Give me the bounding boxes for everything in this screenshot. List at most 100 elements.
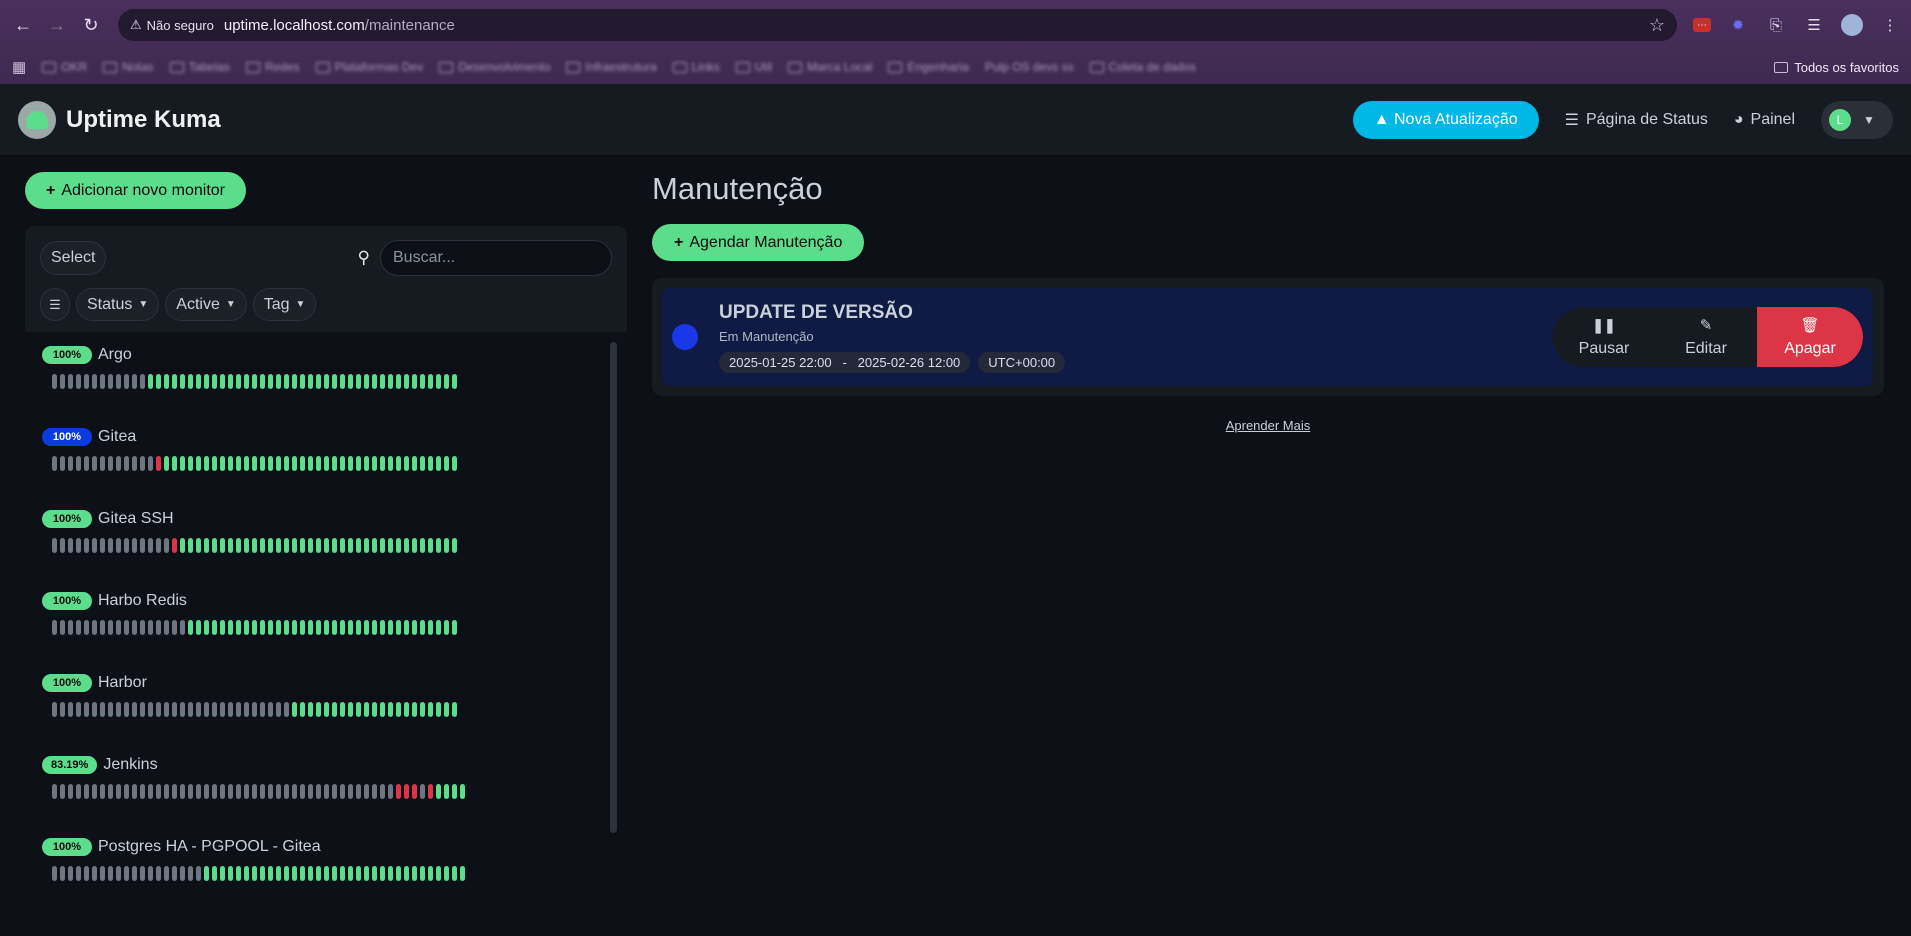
bookmark-star-icon[interactable]: ☆ [1649, 15, 1665, 36]
extensions-puzzle-icon[interactable]: ⎘ [1765, 14, 1787, 36]
dashboard-link[interactable]: ◕ Painel [1734, 111, 1795, 129]
bookmark-folder[interactable]: Desenvolvimento [439, 60, 550, 74]
filter-status[interactable]: Status ▼ [76, 288, 160, 321]
heartbeat [220, 784, 225, 799]
bookmark-link[interactable]: Pulp OS devs ss [985, 60, 1074, 74]
all-favorites[interactable]: Todos os favoritos [1774, 60, 1899, 75]
pause-button[interactable]: ❚❚ Pausar [1553, 307, 1655, 367]
heartbeat [324, 538, 329, 553]
heartbeat [372, 456, 377, 471]
heartbeat [396, 620, 401, 635]
heartbeat [308, 620, 313, 635]
heartbeat [76, 374, 81, 389]
learn-more-link[interactable]: Aprender Mais [652, 418, 1884, 433]
edit-button[interactable]: ✎ Editar [1655, 307, 1757, 367]
bookmark-folder[interactable]: Util [735, 60, 772, 74]
back-icon[interactable]: ← [10, 12, 36, 38]
heartbeat [140, 620, 145, 635]
select-button[interactable]: Select [40, 241, 107, 275]
profile-avatar[interactable] [1841, 14, 1863, 36]
monitor-item[interactable]: 83.19% Jenkins [25, 742, 627, 824]
heartbeat [316, 866, 321, 881]
heartbeat [316, 784, 321, 799]
monitor-item[interactable]: 100% Postgres HA - PGPOOL - Gitea [25, 824, 627, 906]
monitor-item[interactable]: 100% Harbor [25, 660, 627, 742]
heartbeat [196, 374, 201, 389]
forward-icon[interactable]: → [44, 12, 70, 38]
bookmark-folder[interactable]: Infraestrutura [566, 60, 657, 74]
status-page-link[interactable]: ☰ Página de Status [1565, 110, 1708, 130]
top-navbar: Uptime Kuma ▲ Nova Atualização ☰ Página d… [0, 84, 1911, 156]
heartbeat [388, 702, 393, 717]
heartbeat [68, 538, 73, 553]
menu-icon[interactable]: ⋮ [1879, 14, 1901, 36]
bookmark-folder[interactable]: Redes [245, 60, 300, 74]
heartbeat [228, 538, 233, 553]
heartbeat [388, 866, 393, 881]
bookmark-folder[interactable]: Coleta de dados [1089, 60, 1196, 74]
heartbeat [204, 538, 209, 553]
bookmark-folder[interactable]: OKR [42, 60, 87, 74]
heartbeat [196, 456, 201, 471]
heartbeat [356, 702, 361, 717]
heartbeat [140, 866, 145, 881]
heartbeat [124, 538, 129, 553]
bookmark-folder[interactable]: Plataformas Dev [315, 60, 423, 74]
bookmark-folder[interactable]: Marca Local [788, 60, 872, 74]
monitor-item[interactable]: 100% Argo [25, 332, 627, 414]
heartbeat [236, 866, 241, 881]
heartbeat [396, 456, 401, 471]
heartbeat [300, 620, 305, 635]
uptime-badge: 100% [42, 510, 92, 528]
security-indicator[interactable]: ⚠ Não seguro [130, 17, 214, 33]
bookmark-folder[interactable]: Notas [103, 60, 154, 74]
heartbeat [60, 620, 65, 635]
address-bar[interactable]: ⚠ Não seguro uptime.localhost.com/mainten… [118, 9, 1677, 41]
bookmark-folder[interactable]: Tabelas [169, 60, 230, 74]
heartbeat [252, 866, 257, 881]
heartbeat [348, 374, 353, 389]
apps-grid-icon[interactable]: ▦ [12, 58, 26, 76]
heartbeat [108, 456, 113, 471]
filter-active[interactable]: Active ▼ [165, 288, 247, 321]
heartbeat [412, 538, 417, 553]
heartbeat [188, 866, 193, 881]
new-update-button[interactable]: ▲ Nova Atualização [1352, 100, 1539, 139]
add-monitor-button[interactable]: + Adicionar novo monitor [25, 172, 246, 209]
heartbeat [252, 784, 257, 799]
delete-button[interactable]: 🗑 Apagar [1757, 307, 1863, 367]
bookmark-folder[interactable]: Engenharia [888, 60, 969, 74]
monitor-item[interactable]: 100% Gitea SSH [25, 496, 627, 578]
heartbeat [84, 784, 89, 799]
heartbeat [372, 702, 377, 717]
maintenance-item[interactable]: UPDATE DE VERSÃO Em Manutenção 2025-01-2… [662, 288, 1873, 386]
monitor-name: Postgres HA - PGPOOL - Gitea [98, 838, 321, 855]
reload-icon[interactable]: ↻ [78, 12, 104, 38]
heartbeat [284, 784, 289, 799]
schedule-maintenance-button[interactable]: + Agendar Manutenção [652, 224, 865, 261]
heartbeat [356, 538, 361, 553]
bookmark-folder[interactable]: Links [672, 60, 720, 74]
plus-icon: + [46, 181, 56, 199]
heartbeat [92, 456, 97, 471]
heartbeat [452, 456, 457, 471]
heartbeat [364, 866, 369, 881]
scrollbar[interactable] [610, 342, 617, 833]
heartbeat [460, 866, 465, 881]
heartbeat [268, 620, 273, 635]
media-queue-icon[interactable]: ☰ [1803, 14, 1825, 36]
brand-title[interactable]: Uptime Kuma [66, 106, 221, 134]
heartbeat [404, 538, 409, 553]
monitor-item[interactable]: 100% Harbo Redis [25, 578, 627, 660]
filter-state-icon[interactable]: ☰ [40, 288, 70, 321]
uptime-kuma-logo[interactable] [18, 100, 56, 139]
extension-gear-icon[interactable]: ✹ [1727, 14, 1749, 36]
search-input[interactable] [380, 240, 612, 276]
user-menu[interactable]: L ▼ [1821, 100, 1893, 139]
extension-red-icon[interactable]: ⋯ [1693, 18, 1711, 32]
heartbeat [196, 866, 201, 881]
filter-tag[interactable]: Tag ▼ [252, 288, 317, 321]
heartbeat [276, 866, 281, 881]
monitor-item[interactable]: 100% Gitea [25, 414, 627, 496]
heartbeat [172, 538, 177, 553]
